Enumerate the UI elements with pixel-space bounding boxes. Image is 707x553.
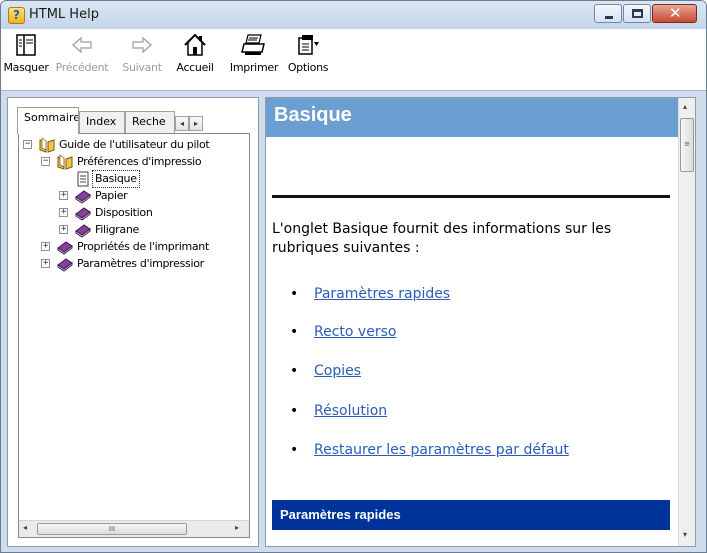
hide-pane-icon bbox=[16, 34, 36, 56]
html-help-window: ? HTML Help ✕ Masquer Précédent Suivant … bbox=[0, 0, 707, 553]
expand-icon[interactable]: + bbox=[41, 259, 50, 268]
bullet: • bbox=[290, 442, 299, 458]
scroll-up-arrow-icon[interactable]: ▴ bbox=[683, 102, 687, 111]
bullet: • bbox=[290, 363, 299, 379]
pane-splitter[interactable] bbox=[260, 97, 264, 547]
closed-book-icon bbox=[57, 241, 73, 255]
tree-node-printer-properties[interactable]: + Propriétés de l'imprimant bbox=[19, 239, 249, 255]
open-book-icon bbox=[39, 137, 55, 153]
maximize-button[interactable] bbox=[623, 4, 651, 23]
expand-icon[interactable]: + bbox=[41, 242, 50, 251]
link-resolution[interactable]: Résolution bbox=[314, 403, 387, 419]
options-icon bbox=[298, 35, 319, 55]
closed-book-icon bbox=[75, 224, 91, 238]
tree-node-disposition[interactable]: + Disposition bbox=[19, 205, 249, 221]
minimize-icon bbox=[605, 16, 613, 19]
link-duplex[interactable]: Recto verso bbox=[314, 324, 396, 340]
tree-node-label-selected: Basique bbox=[92, 170, 140, 188]
bullet: • bbox=[290, 324, 299, 340]
tree-node-papier[interactable]: + Papier bbox=[19, 188, 249, 204]
open-book-icon bbox=[57, 154, 73, 170]
link-restore-defaults[interactable]: Restaurer les paramètres par défaut bbox=[314, 442, 569, 458]
tree-node-label: Paramètres d'impressior bbox=[77, 257, 204, 270]
forward-label: Suivant bbox=[122, 61, 162, 74]
tree-node-print-preferences[interactable]: − Préférences d'impressio bbox=[19, 154, 249, 170]
printer-icon bbox=[241, 34, 265, 55]
intro-text: L'onglet Basique fournit des information… bbox=[272, 221, 612, 256]
tab-scroll-left-button[interactable]: ◂ bbox=[175, 116, 189, 131]
section-heading-bar: Paramètres rapides bbox=[272, 500, 670, 530]
forward-button[interactable]: Suivant bbox=[115, 29, 169, 91]
topic-heading: Basique bbox=[274, 104, 352, 126]
tab-search-label: Reche bbox=[132, 115, 166, 128]
vertical-scrollbar[interactable]: ▴ ≡ ▾ bbox=[678, 98, 695, 546]
options-button[interactable]: Options bbox=[283, 29, 333, 91]
minimize-button[interactable] bbox=[594, 4, 622, 23]
expand-icon[interactable]: + bbox=[59, 191, 68, 200]
home-label: Accueil bbox=[176, 61, 214, 74]
toolbar: Masquer Précédent Suivant Accueil Imprim… bbox=[1, 29, 706, 91]
back-arrow-icon bbox=[72, 36, 92, 54]
bullet: • bbox=[290, 403, 299, 419]
expand-icon[interactable]: + bbox=[59, 225, 68, 234]
tree-node-label: Préférences d'impressio bbox=[77, 155, 202, 168]
tab-index[interactable]: Index bbox=[79, 111, 125, 133]
forward-arrow-icon bbox=[132, 36, 152, 54]
home-button[interactable]: Accueil bbox=[170, 29, 220, 91]
scroll-left-arrow-icon[interactable]: ◂ bbox=[23, 523, 27, 532]
link-copies[interactable]: Copies bbox=[314, 363, 361, 379]
print-label: Imprimer bbox=[229, 61, 279, 74]
tree-node-guide[interactable]: − Guide de l'utilisateur du pilot bbox=[19, 137, 249, 153]
tab-search[interactable]: Reche bbox=[125, 111, 175, 133]
scroll-thumb[interactable]: III bbox=[37, 523, 187, 535]
topic-heading-bar: Basique bbox=[266, 98, 678, 137]
tab-contents[interactable]: Sommaire bbox=[17, 107, 79, 134]
collapse-icon[interactable]: − bbox=[23, 140, 32, 149]
tree-node-label: Filigrane bbox=[95, 223, 139, 236]
navigation-pane: Sommaire Index Reche ◂ ▸ − Guide de l'ut… bbox=[7, 97, 259, 547]
section-heading: Paramètres rapides bbox=[280, 507, 401, 522]
closed-book-icon bbox=[57, 258, 73, 272]
page-icon bbox=[77, 171, 89, 187]
horizontal-rule bbox=[272, 195, 670, 198]
collapse-icon[interactable]: − bbox=[41, 157, 50, 166]
hide-label: Masquer bbox=[3, 61, 49, 74]
scroll-right-arrow-icon[interactable]: ▸ bbox=[235, 523, 239, 532]
options-label: Options bbox=[287, 61, 329, 74]
help-app-icon: ? bbox=[8, 7, 25, 24]
tree-node-label: Disposition bbox=[95, 206, 153, 219]
contents-tree: − Guide de l'utilisateur du pilot − Préf… bbox=[18, 133, 250, 538]
close-icon: ✕ bbox=[669, 4, 682, 22]
hide-button[interactable]: Masquer bbox=[3, 29, 49, 91]
print-button[interactable]: Imprimer bbox=[227, 29, 281, 91]
back-button[interactable]: Précédent bbox=[51, 29, 113, 91]
back-label: Précédent bbox=[55, 61, 109, 74]
close-button[interactable]: ✕ bbox=[652, 4, 697, 23]
link-quick-settings[interactable]: Paramètres rapides bbox=[314, 286, 450, 302]
scroll-down-arrow-icon[interactable]: ▾ bbox=[683, 530, 687, 539]
tree-node-filigrane[interactable]: + Filigrane bbox=[19, 222, 249, 238]
title-bar[interactable]: ? HTML Help ✕ bbox=[1, 1, 706, 29]
topic-content-pane: Basique L'onglet Basique fournit des inf… bbox=[265, 97, 696, 547]
closed-book-icon bbox=[75, 207, 91, 221]
tree-node-label: Propriétés de l'imprimant bbox=[77, 240, 209, 253]
closed-book-icon bbox=[75, 190, 91, 204]
bullet: • bbox=[290, 286, 299, 302]
nav-tabs: Sommaire Index Reche ◂ ▸ bbox=[8, 98, 258, 138]
home-icon bbox=[184, 33, 206, 56]
tree-node-label: Papier bbox=[95, 189, 128, 202]
expand-icon[interactable]: + bbox=[59, 208, 68, 217]
window-title: HTML Help bbox=[29, 7, 99, 22]
horizontal-scrollbar[interactable]: ◂ III ▸ bbox=[19, 520, 249, 537]
tab-contents-label: Sommaire bbox=[24, 111, 79, 124]
tree-node-label: Guide de l'utilisateur du pilot bbox=[59, 138, 210, 151]
scroll-thumb[interactable]: ≡ bbox=[680, 118, 694, 172]
tree-node-basique[interactable]: Basique bbox=[19, 170, 249, 188]
maximize-icon bbox=[632, 9, 643, 18]
tab-scroll-right-button[interactable]: ▸ bbox=[189, 116, 203, 131]
tab-index-label: Index bbox=[86, 115, 117, 128]
tree-node-print-settings[interactable]: + Paramètres d'impressior bbox=[19, 256, 249, 272]
